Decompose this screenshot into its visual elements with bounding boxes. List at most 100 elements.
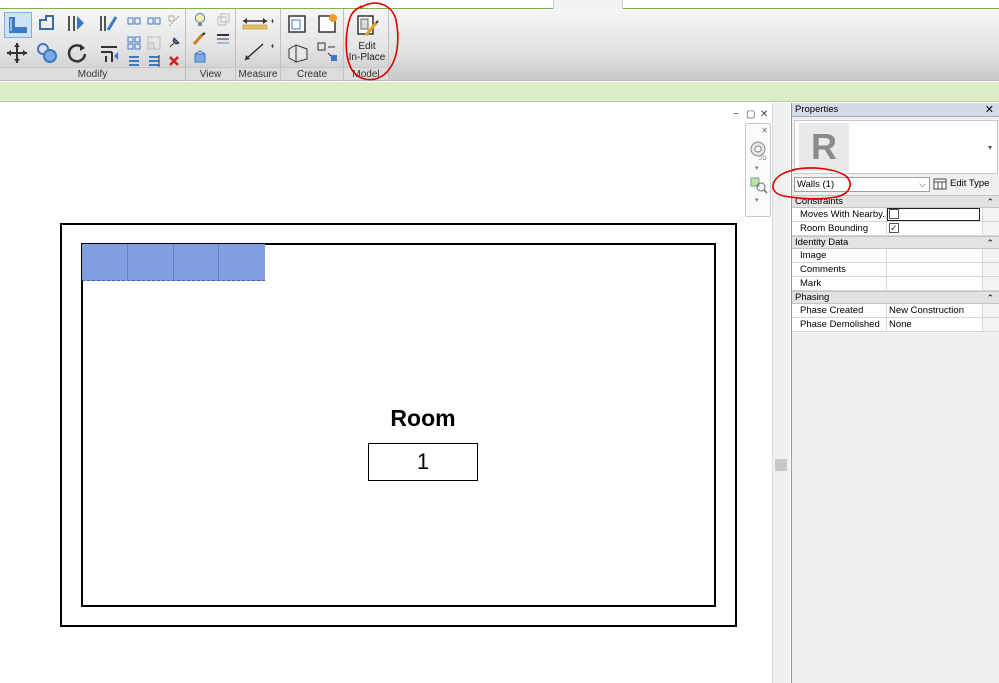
property-comments-value[interactable]: [887, 263, 982, 276]
property-phase-created-value[interactable]: New Construction: [887, 304, 982, 317]
navbar-close-icon[interactable]: ✕: [761, 126, 768, 135]
value-edit-box[interactable]: [887, 208, 980, 221]
edit-in-place-button[interactable]: Edit In-Place: [346, 11, 388, 65]
create-parts-icon[interactable]: [315, 12, 341, 36]
steering-wheel-icon[interactable]: 2D: [749, 140, 769, 167]
row-gutter: [982, 208, 999, 221]
measure-between-icon[interactable]: [240, 39, 276, 65]
close-view-icon[interactable]: ✕: [760, 109, 768, 120]
cope-icon[interactable]: [66, 12, 88, 34]
view-panel-label: View: [186, 67, 235, 80]
create-panel: Create: [281, 9, 344, 81]
cut-geometry-icon[interactable]: [98, 12, 120, 34]
row-gutter: [982, 263, 999, 276]
row-gutter: [982, 249, 999, 262]
property-moves-with-nearby: Moves With Nearby...: [792, 208, 887, 221]
revit-logo: R: [799, 123, 849, 171]
properties-grid: Constraints ⌃ Moves With Nearby... Room …: [792, 195, 999, 332]
group-identity-data[interactable]: Identity Data ⌃: [792, 236, 999, 249]
group-phasing[interactable]: Phasing ⌃: [792, 291, 999, 304]
preview-dropdown-icon[interactable]: ▾: [988, 143, 992, 152]
zoom-region-icon[interactable]: [749, 176, 769, 199]
restore-view-icon[interactable]: ▢: [746, 109, 755, 120]
linework-brush-icon[interactable]: [190, 31, 210, 47]
chevron-down-icon: ⌵: [919, 179, 926, 189]
row-gutter: [982, 222, 999, 235]
mirror-icon[interactable]: [166, 13, 182, 29]
properties-title: Properties: [792, 103, 999, 117]
measure-dimension-icon[interactable]: [240, 13, 276, 33]
property-row: Room Bounding: [792, 222, 999, 236]
property-row: Mark: [792, 277, 999, 291]
selected-wall[interactable]: [82, 244, 265, 281]
row-gutter: [982, 304, 999, 317]
drawing-canvas[interactable]: − ▢ ✕ ✕ 2D ▾ ▾ Room 1: [0, 103, 772, 683]
pin-icon[interactable]: [166, 35, 182, 51]
canvas-scrollbar[interactable]: [772, 103, 790, 683]
scroll-thumb[interactable]: [775, 459, 787, 471]
edit-in-place-label-2: In-Place: [348, 52, 386, 63]
edit-type-button[interactable]: Edit Type: [933, 176, 997, 192]
property-room-bounding-value[interactable]: [887, 222, 982, 235]
group-phasing-label: Phasing: [795, 292, 830, 303]
rotate-icon[interactable]: [66, 42, 88, 64]
property-row: Phase Created New Construction: [792, 304, 999, 318]
cut-profile-icon[interactable]: [190, 49, 210, 65]
collapse-icon[interactable]: ⌃: [986, 196, 994, 208]
property-comments: Comments: [792, 263, 887, 276]
row-gutter: [982, 277, 999, 290]
property-mark-value[interactable]: [887, 277, 982, 290]
wall-segment-divider: [173, 244, 174, 281]
offset-icon[interactable]: [146, 13, 162, 29]
minimize-view-icon[interactable]: −: [733, 109, 739, 120]
copy-icon[interactable]: [36, 42, 58, 64]
measure-panel: Measure: [236, 9, 281, 81]
properties-close-icon[interactable]: ✕: [985, 103, 994, 117]
scale-icon[interactable]: [146, 35, 162, 51]
options-bar: [0, 82, 999, 102]
property-row: Phase Demolished None: [792, 318, 999, 332]
create-similar-icon[interactable]: [315, 40, 341, 64]
array-icon[interactable]: [126, 35, 142, 51]
row-gutter: [982, 318, 999, 331]
move-icon[interactable]: [4, 42, 30, 64]
type-selector[interactable]: Walls (1) ⌵: [794, 177, 930, 192]
edit-type-label: Edit Type: [950, 178, 990, 189]
type-selector-value: Walls (1): [797, 179, 835, 190]
property-row: Comments: [792, 263, 999, 277]
property-room-bounding: Room Bounding: [792, 222, 887, 235]
zoom-dropdown-icon[interactable]: ▾: [755, 196, 759, 204]
property-mark: Mark: [792, 277, 887, 290]
collapse-icon[interactable]: ⌃: [986, 237, 994, 249]
model-panel-label: Model: [344, 67, 388, 80]
create-group-icon[interactable]: [285, 40, 311, 64]
hide-bulb-icon[interactable]: [190, 12, 210, 28]
property-image-value[interactable]: [887, 249, 982, 262]
modify-select-icon[interactable]: [4, 12, 32, 38]
ribbon-tab-bar: [0, 0, 999, 9]
property-row: Image: [792, 249, 999, 263]
wall-segment-divider: [218, 244, 219, 281]
view-panel: View: [186, 9, 236, 81]
paste-icon[interactable]: [36, 12, 58, 34]
room-bounding-checkbox[interactable]: [889, 222, 899, 235]
group-constraints[interactable]: Constraints ⌃: [792, 195, 999, 208]
ribbon: Modify View Measure Create Model Edit In…: [0, 9, 999, 81]
property-phase-demolished-value[interactable]: None: [887, 318, 982, 331]
room-tag-number[interactable]: 1: [368, 443, 478, 481]
trim-extend-icon[interactable]: [98, 42, 120, 64]
steering-dropdown-icon[interactable]: ▾: [755, 164, 759, 172]
thin-lines-icon[interactable]: [214, 31, 232, 47]
moves-with-nearby-checkbox[interactable]: [889, 209, 899, 219]
view-graphics-icon[interactable]: [214, 12, 232, 28]
room-tag-name[interactable]: Room: [368, 405, 478, 432]
wall-segment-divider: [127, 244, 128, 281]
align-icon[interactable]: [126, 13, 142, 29]
collapse-icon[interactable]: ⌃: [986, 292, 994, 304]
create-panel-label: Create: [281, 67, 343, 80]
active-tab[interactable]: [553, 0, 623, 9]
create-assembly-icon[interactable]: [285, 12, 311, 36]
property-image: Image: [792, 249, 887, 262]
type-preview: R ▾: [794, 120, 998, 174]
property-moves-with-nearby-value[interactable]: [887, 208, 982, 221]
